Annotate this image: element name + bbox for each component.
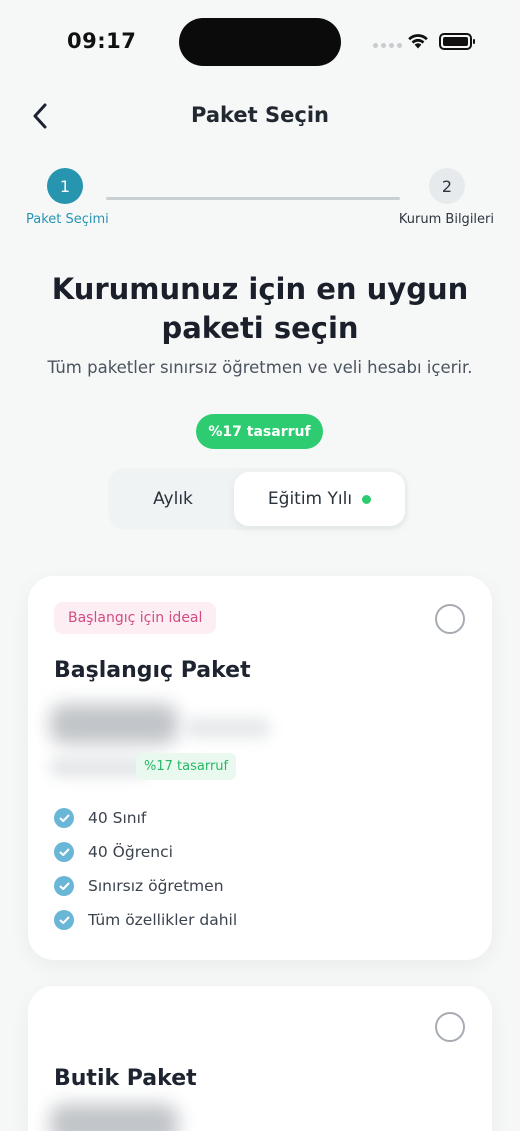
page-title: Paket Seçin — [191, 103, 329, 127]
plan-name: Başlangıç Paket — [54, 658, 251, 683]
status-time: 09:17 — [67, 29, 137, 53]
blurred-price-suffix — [186, 718, 270, 738]
feature-list: 40 Sınıf 40 Öğrenci Sınırsız öğretmen Tü… — [54, 801, 237, 937]
status-bar: 09:17 — [0, 0, 520, 84]
feature-item: 40 Sınıf — [54, 801, 237, 835]
feature-item: Tüm özellikler dahil — [54, 903, 237, 937]
battery-icon — [439, 33, 475, 50]
feature-label: Sınırsız öğretmen — [88, 877, 224, 895]
step-1-label: Paket Seçimi — [26, 212, 109, 227]
signal-dots-icon — [373, 43, 402, 48]
hero-heading: Kurumunuz için en uygun paketi seçin — [51, 272, 469, 345]
check-icon — [54, 910, 74, 930]
plan-name: Butik Paket — [54, 1066, 197, 1091]
savings-badge: %17 tasarruf — [196, 414, 323, 449]
dynamic-island — [179, 18, 341, 66]
check-icon — [54, 842, 74, 862]
stepper: 1 2 Paket Seçimi Kurum Bilgileri — [0, 168, 520, 230]
check-icon — [54, 876, 74, 896]
wifi-icon — [408, 34, 428, 49]
toggle-monthly-label: Aylık — [153, 489, 193, 509]
plan-savings-badge: %17 tasarruf — [136, 753, 237, 780]
step-1-indicator: 1 — [47, 168, 83, 204]
feature-label: 40 Sınıf — [88, 809, 147, 827]
navigation-bar: Paket Seçin — [0, 92, 520, 140]
toggle-monthly[interactable]: Aylık — [112, 472, 234, 526]
feature-label: Tüm özellikler dahil — [88, 911, 238, 929]
check-icon — [54, 808, 74, 828]
plan-card-baslangic[interactable]: Başlangıç için ideal Başlangıç Paket %17… — [28, 576, 492, 960]
feature-label: 40 Öğrenci — [88, 843, 173, 861]
plan-tag: Başlangıç için ideal — [54, 602, 217, 634]
blurred-price — [50, 704, 178, 744]
selected-dot-icon — [362, 494, 372, 504]
step-2-indicator: 2 — [429, 168, 465, 204]
hero-subheading: Tüm paketler sınırsız öğretmen ve veli h… — [47, 358, 473, 377]
stepper-line — [106, 197, 400, 200]
toggle-yearly-label: Eğitim Yılı — [267, 489, 353, 509]
step-2-label: Kurum Bilgileri — [398, 212, 494, 227]
feature-item: Sınırsız öğretmen — [54, 869, 237, 903]
billing-period-toggle: Aylık Eğitim Yılı — [108, 468, 408, 530]
plan-radio[interactable] — [435, 1012, 465, 1042]
toggle-yearly[interactable]: Eğitim Yılı — [234, 472, 405, 526]
plan-radio[interactable] — [435, 604, 465, 634]
feature-item: 40 Öğrenci — [54, 835, 237, 869]
blurred-price — [50, 1104, 178, 1131]
blurred-old-price — [50, 757, 150, 777]
plan-card-butik[interactable]: Butik Paket — [28, 986, 492, 1131]
